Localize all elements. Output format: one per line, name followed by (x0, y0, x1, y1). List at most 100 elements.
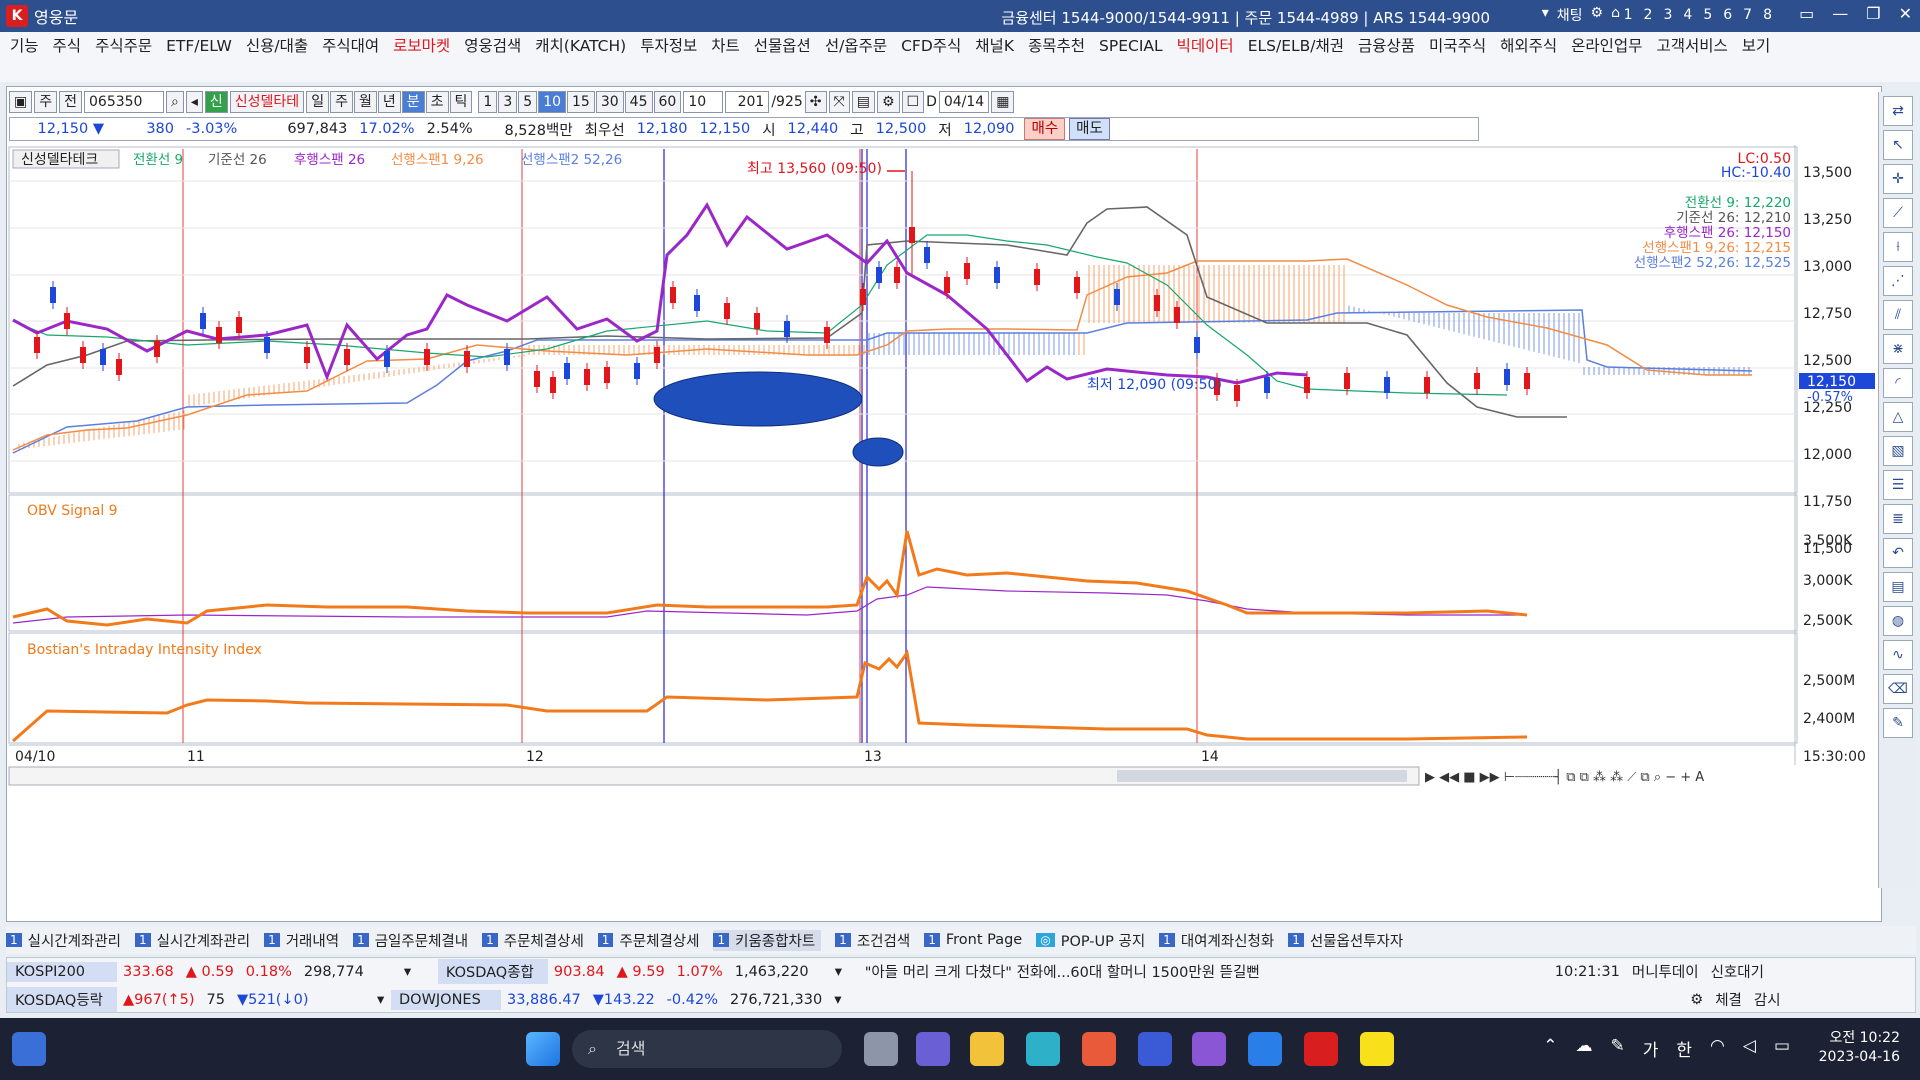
news-headline[interactable]: "아들 머리 크게 다쳤다" 전화에...60대 할머니 1500만원 뜯길뻔 (859, 961, 1549, 982)
menu-item[interactable]: SPECIAL (1099, 37, 1163, 55)
minimize-icon[interactable]: — (1832, 4, 1848, 23)
kakaotalk-icon[interactable] (1360, 1032, 1394, 1066)
desktop-icon[interactable] (12, 1032, 46, 1066)
interval-button[interactable]: 3 (498, 91, 518, 113)
bing-icon[interactable] (1248, 1032, 1282, 1066)
menu-item[interactable]: 보기 (1742, 37, 1771, 55)
menu-item[interactable]: 빅데이터 (1177, 37, 1234, 55)
period-button[interactable]: 틱 (449, 91, 473, 113)
menu-item[interactable]: 기능 (10, 37, 39, 55)
menu-item[interactable]: 캐치(KATCH) (535, 37, 626, 55)
interval-button[interactable]: 15 (567, 91, 595, 113)
wifi-icon[interactable]: ◠ (1710, 1036, 1725, 1061)
page-number-1[interactable]: 1 (1622, 7, 1635, 23)
menu-item[interactable]: 신용/대출 (246, 37, 308, 55)
dropdown-icon[interactable]: ▾ (1542, 5, 1549, 25)
period-button[interactable]: 주 (330, 91, 353, 113)
bottom-tab[interactable]: ◎ POP-UP 공지 (1036, 930, 1145, 951)
globe-icon[interactable]: ◍ (1883, 606, 1913, 636)
date-input[interactable]: 04/14 (938, 91, 990, 113)
pointer-icon[interactable]: ↖ (1883, 130, 1913, 160)
layers-icon[interactable]: ☰ (1883, 470, 1913, 500)
windows-start-icon[interactable] (526, 1032, 560, 1066)
pen-icon[interactable]: ✎ (1610, 1036, 1624, 1061)
edge-icon[interactable] (1026, 1032, 1060, 1066)
menu-item[interactable]: ETF/ELW (166, 37, 232, 55)
triangle-icon[interactable]: △ (1883, 402, 1913, 432)
menu-item[interactable]: CFD주식 (901, 37, 961, 55)
menu-item[interactable]: 채널K (975, 37, 1014, 55)
interval-button[interactable]: 1 (478, 91, 498, 113)
app-q-icon[interactable] (1138, 1032, 1172, 1066)
interval-button[interactable]: 30 (595, 91, 624, 113)
page-number-6[interactable]: 6 (1721, 7, 1734, 23)
watch-button[interactable]: 감시 (1748, 989, 1787, 1010)
crosshair-icon[interactable]: ✣ (804, 91, 827, 113)
menu-item[interactable]: 고객서비스 (1656, 37, 1727, 55)
bars-icon[interactable]: ≣ (1883, 504, 1913, 534)
sound-icon[interactable]: ◂ (185, 91, 203, 113)
menu-item[interactable]: 로보마켓 (393, 37, 450, 55)
maximize-icon[interactable]: ❐ (1866, 4, 1880, 23)
restore-icon[interactable]: ▭ (1799, 4, 1814, 23)
signal-status[interactable]: 신호대기 (1705, 961, 1770, 982)
search-input[interactable]: ⌕ 검색 (572, 1030, 842, 1068)
teams-icon[interactable] (916, 1032, 950, 1066)
bottom-tab[interactable]: 1 Front Page (924, 932, 1022, 948)
bottom-tab[interactable]: 1 실시간계좌관리 (6, 930, 121, 951)
fibonacci-icon[interactable]: ⋰ (1883, 266, 1913, 296)
bottom-tab[interactable]: 1 실시간계좌관리 (135, 930, 250, 951)
buy-button[interactable]: 매수 (1024, 118, 1066, 140)
fan-icon[interactable]: ⋇ (1883, 334, 1913, 364)
close-icon[interactable]: ✕ (1899, 4, 1912, 23)
vertical-line-icon[interactable]: ⟊ (1883, 232, 1913, 262)
wave-icon[interactable]: ∿ (1883, 640, 1913, 670)
dropdown-icon[interactable]: ▾ (398, 964, 438, 980)
dropdown-icon[interactable]: ▾ (829, 964, 859, 980)
save-icon[interactable]: ▤ (851, 91, 875, 113)
bottom-tab[interactable]: 1 거래내역 (264, 930, 339, 951)
trendline-icon[interactable]: ⟋ (1883, 198, 1913, 228)
cloud-icon[interactable]: ☁ (1575, 1036, 1592, 1061)
bottom-tab[interactable]: 1 키움종합차트 (713, 929, 822, 951)
dropdown-icon[interactable]: ▾ (371, 992, 391, 1008)
menu-item[interactable]: 선물옵션 (754, 37, 811, 55)
delete-icon[interactable]: ✎ (1883, 708, 1913, 738)
menu-item[interactable]: 주식대여 (322, 37, 379, 55)
chevron-up-icon[interactable]: ⌃ (1543, 1036, 1557, 1061)
refresh-icon[interactable]: ⇄ (1883, 96, 1913, 126)
ime-han[interactable]: 한 (1676, 1036, 1692, 1061)
arc-icon[interactable]: ◜ (1883, 368, 1913, 398)
page-number-4[interactable]: 4 (1681, 7, 1694, 23)
bottom-tab[interactable]: 1 선물옵션투자자 (1288, 930, 1403, 951)
menu-item[interactable]: 미국주식 (1429, 37, 1486, 55)
battery-icon[interactable]: ▭ (1774, 1036, 1790, 1061)
interval-button[interactable]: 10 (538, 91, 567, 113)
period-button[interactable]: 분 (401, 91, 425, 113)
count-input[interactable]: 201 (725, 91, 770, 113)
undo-icon[interactable]: ↶ (1883, 538, 1913, 568)
bottom-tab[interactable]: 1 금일주문체결내 (353, 930, 468, 951)
page-number-5[interactable]: 5 (1701, 7, 1714, 23)
menu-item[interactable]: 금융상품 (1358, 37, 1415, 55)
app-arrow-icon[interactable] (1192, 1032, 1226, 1066)
interval-button[interactable]: 5 (518, 91, 538, 113)
ime-ga[interactable]: 가 (1643, 1036, 1659, 1061)
scroll-controls-icon[interactable]: ▶ ◀◀ ■ ▶▶ ⊢┈┈┈┈┈┤ ⧉ ⧉ ⁂ ⁂ ⟋ ⧉ ⌕ − + A (1425, 768, 1704, 785)
grid-tool-icon[interactable]: ▧ (1883, 436, 1913, 466)
kiwoom-icon[interactable] (1304, 1032, 1338, 1066)
page-number-2[interactable]: 2 (1642, 7, 1655, 23)
menu-item[interactable]: 영웅검색 (464, 37, 521, 55)
folder-icon[interactable] (970, 1032, 1004, 1066)
page-number-3[interactable]: 3 (1661, 7, 1674, 23)
jeon-button[interactable]: 전 (59, 91, 83, 113)
crosshair-tool-icon[interactable]: ✛ (1883, 164, 1913, 194)
calendar-icon[interactable]: ▦ (991, 91, 1015, 113)
home-icon[interactable]: ⌂ (1611, 5, 1620, 25)
bottom-tab[interactable]: 1 주문체결상세 (597, 930, 699, 951)
gear-icon[interactable]: ⚙ (1684, 992, 1709, 1008)
menu-item[interactable]: 온라인업무 (1571, 37, 1642, 55)
chart-area[interactable]: 최고 13,560 (09:50) 최저 12,090 (09:50) 신성델타… (7, 145, 1877, 921)
period-button[interactable]: 월 (353, 91, 377, 113)
menu-item[interactable]: 주식주문 (95, 37, 152, 55)
